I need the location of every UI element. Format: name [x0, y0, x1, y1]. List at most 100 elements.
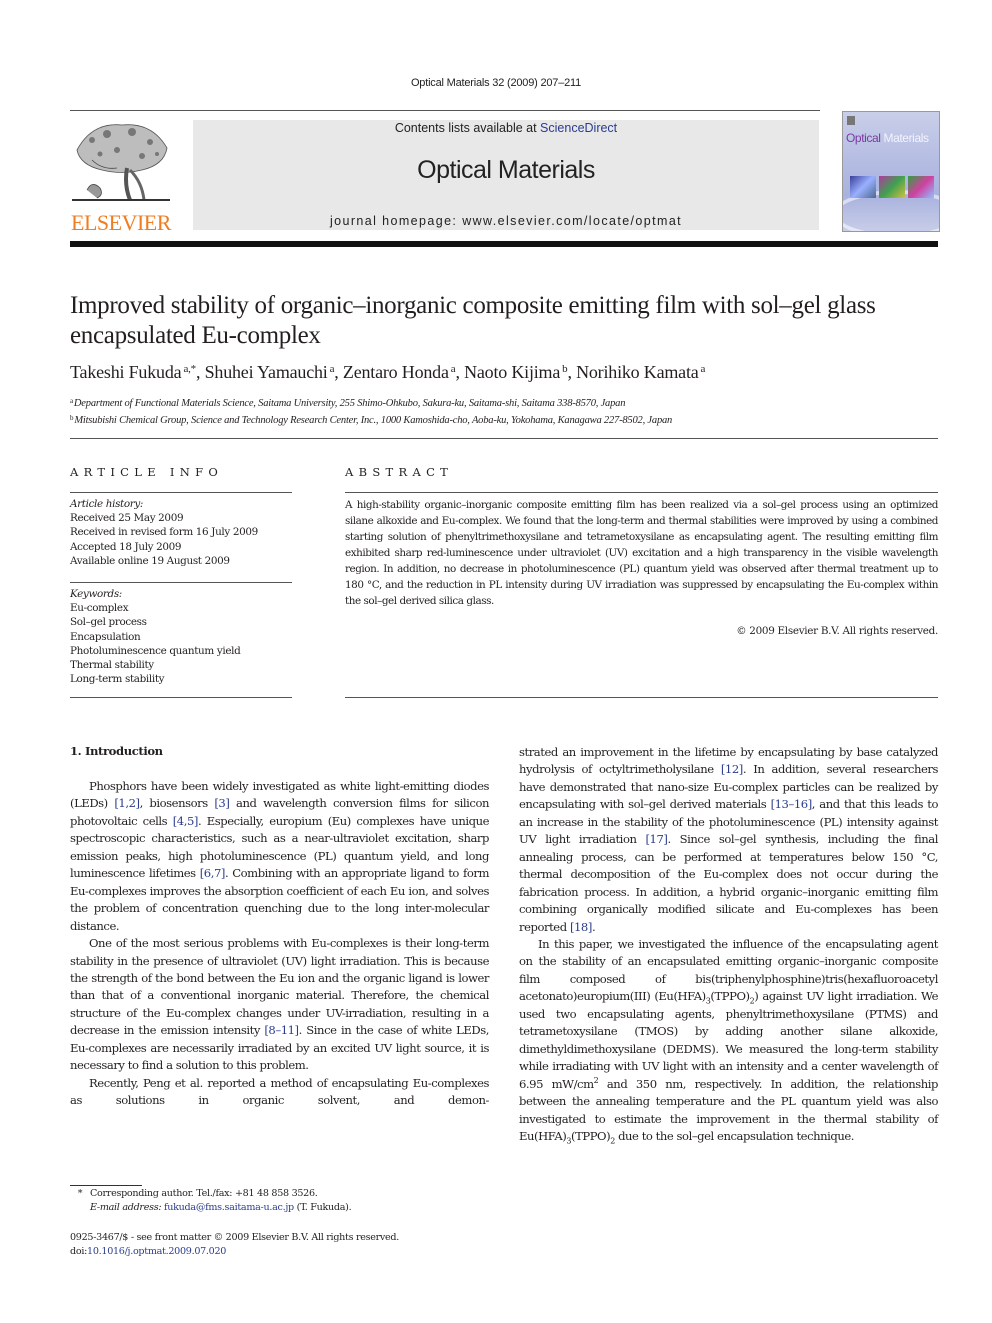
running-head: Optical Materials 32 (2009) 207–211 [410, 77, 582, 89]
cover-image-3 [908, 176, 934, 198]
affiliations: aDepartment of Functional Materials Scie… [70, 394, 940, 428]
author[interactable]: Takeshi Fukuda a,* [70, 362, 196, 382]
body-column-right: strated an improvement in the lifetime b… [519, 744, 938, 1145]
cover-title-part2: Materials [883, 131, 929, 145]
divider [345, 492, 938, 493]
homepage-link[interactable]: www.elsevier.com/locate/optmat [462, 214, 682, 228]
text-run: . [591, 919, 596, 934]
text-run: . Since sol–gel synthesis, including the… [519, 832, 938, 934]
journal-cover-thumbnail[interactable]: Optical Materials [842, 111, 940, 232]
doi-label: doi: [70, 1246, 88, 1257]
author[interactable]: Norihiko Kamata a [576, 362, 705, 382]
citation-link[interactable]: [18] [570, 920, 592, 934]
article-history-label: Article history: [70, 498, 144, 510]
affiliation-text: Mitsubishi Chemical Group, Science and T… [74, 415, 673, 426]
author-affil-mark[interactable]: a [451, 363, 456, 375]
paragraph-continued: strated an improvement in the lifetime b… [519, 744, 938, 936]
history-item: Received 25 May 2009 [70, 512, 184, 525]
cover-image-2 [879, 176, 905, 198]
affiliation-mark: a [70, 397, 73, 405]
homepage-line: journal homepage: www.elsevier.com/locat… [193, 214, 819, 228]
divider [70, 492, 292, 493]
article-history: Article history: Received 25 May 2009 Re… [70, 497, 300, 568]
email-note: E-mail address: fukuda@fms.saitama-u.ac.… [70, 1201, 500, 1215]
body-column-left: Phosphors have been widely investigated … [70, 778, 489, 1110]
history-item: Accepted 18 July 2009 [70, 540, 182, 553]
text-run: (TPPO) [710, 989, 750, 1004]
author-affil-mark[interactable]: b [562, 363, 568, 375]
journal-banner: Contents lists available at ScienceDirec… [193, 120, 819, 230]
author-affil-mark[interactable]: a [330, 363, 335, 375]
paragraph: Recently, Peng et al. reported a method … [70, 1075, 489, 1110]
citation-link[interactable]: [1,2] [114, 796, 140, 810]
doi-line: doi:10.1016/j.optmat.2009.07.020 [70, 1245, 500, 1259]
keyword: Sol–gel process [70, 616, 147, 629]
elsevier-wordmark: ELSEVIER [71, 210, 171, 235]
citation-link[interactable]: [3] [214, 796, 230, 810]
footnote-mark: * [77, 1188, 83, 1199]
citation-link[interactable]: [8–11] [264, 1023, 299, 1037]
top-rule [70, 110, 820, 111]
text-run: , biosensors [139, 796, 215, 811]
sciencedirect-link[interactable]: ScienceDirect [540, 121, 617, 135]
author-name: Shuhei Yamauchi [204, 362, 328, 382]
elsevier-logo[interactable]: ELSEVIER [68, 120, 174, 235]
affiliation-text: Department of Functional Materials Scien… [73, 398, 626, 409]
homepage-prefix: journal homepage: [329, 214, 463, 228]
text-run: Recently, Peng et al. reported a method … [70, 1075, 489, 1108]
paragraph: Phosphors have been widely investigated … [70, 778, 489, 935]
author-affil-mark[interactable]: a,* [183, 363, 196, 375]
corresponding-author-note: * Corresponding author. Tel./fax: +81 48 … [70, 1187, 500, 1201]
paragraph: In this paper, we investigated the influ… [519, 936, 938, 1145]
citation-link[interactable]: [13–16] [771, 797, 813, 811]
email-link[interactable]: fukuda@fms.saitama-u.ac.jp [164, 1202, 294, 1213]
front-matter-text: 0925-3467/$ - see front matter © 2009 El… [70, 1232, 400, 1243]
article-title: Improved stability of organic–inorganic … [70, 292, 876, 349]
citation-link[interactable]: [6,7] [200, 866, 226, 880]
affiliation: bMitsubishi Chemical Group, Science and … [70, 411, 940, 428]
front-matter: 0925-3467/$ - see front matter © 2009 El… [70, 1231, 500, 1259]
citation-link[interactable]: [4,5] [173, 814, 199, 828]
article-info-heading: ARTICLE INFO [70, 465, 224, 479]
author-name: Zentaro Honda [342, 362, 449, 382]
contents-line: Contents lists available at ScienceDirec… [193, 121, 819, 135]
history-item: Available online 19 August 2009 [70, 554, 230, 567]
keywords-label: Keywords: [70, 588, 122, 600]
journal-name: Optical Materials [417, 156, 595, 184]
contents-prefix: Contents lists available at [394, 121, 541, 135]
author[interactable]: Zentaro Honda a [343, 362, 456, 382]
text-run: (TPPO) [571, 1128, 611, 1143]
email-suffix: (T. Fukuda). [293, 1202, 352, 1213]
author-list: Takeshi Fukuda a,*, Shuhei Yamauchi a, Zen… [70, 362, 706, 382]
text-run: ) against UV light irradiation. We used … [519, 989, 938, 1091]
author-name: Norihiko Kamata [576, 362, 699, 382]
footnote-text: Corresponding author. Tel./fax: +81 48 8… [90, 1188, 318, 1199]
abstract-text: A high-stability organic–inorganic compo… [345, 499, 938, 607]
divider [70, 438, 938, 439]
abstract-heading: ABSTRACT [345, 465, 454, 479]
affiliation: aDepartment of Functional Materials Scie… [70, 394, 940, 411]
keyword: Encapsulation [70, 630, 141, 643]
email-label: E-mail address: [90, 1202, 162, 1213]
divider [70, 697, 292, 698]
section-heading: 1. Introduction [70, 744, 163, 758]
keywords: Keywords: Eu-complex Sol–gel process Enc… [70, 587, 300, 686]
doi-link[interactable]: 10.1016/j.optmat.2009.07.020 [87, 1246, 226, 1257]
divider [70, 582, 292, 583]
author-name: Takeshi Fukuda [70, 362, 182, 382]
cover-title-part1: Optical [846, 131, 881, 145]
cover-title: Optical Materials [846, 131, 929, 145]
cover-image-1 [850, 176, 876, 198]
author[interactable]: Shuhei Yamauchi a [205, 362, 335, 382]
divider [345, 697, 938, 698]
keyword: Long-term stability [70, 673, 165, 686]
citation-link[interactable]: [17] [645, 832, 667, 846]
keyword: Photoluminescence quantum yield [70, 644, 241, 657]
keyword: Thermal stability [70, 659, 154, 672]
author-name: Naoto Kijima [464, 362, 561, 382]
author-affil-mark[interactable]: a [701, 363, 706, 375]
elsevier-tree-icon [72, 124, 170, 201]
history-item: Received in revised form 16 July 2009 [70, 526, 258, 539]
author[interactable]: Naoto Kijima b [464, 362, 568, 382]
citation-link[interactable]: [12] [721, 762, 743, 776]
